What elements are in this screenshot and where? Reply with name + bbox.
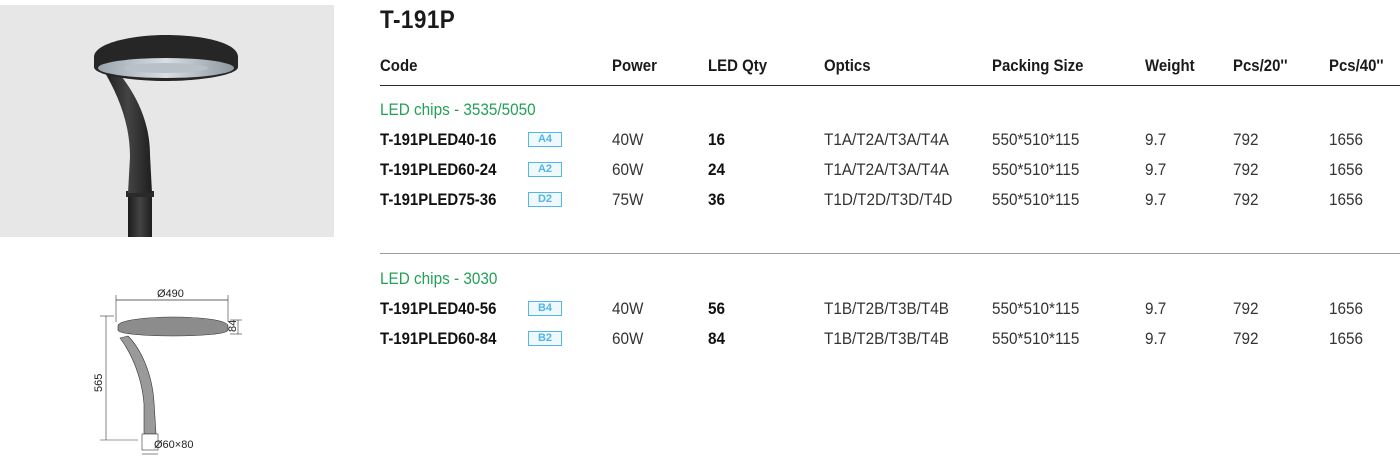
cell-weight: 9.7 xyxy=(1145,299,1167,318)
table-row: T-191PLED75-36 D2 75W 36 T1D/T2D/T3D/T4D… xyxy=(0,190,1400,212)
cell-pcs20: 792 xyxy=(1233,329,1259,348)
cell-weight: 9.7 xyxy=(1145,130,1167,149)
cell-weight: 9.7 xyxy=(1145,190,1167,209)
header-led-qty: LED Qty xyxy=(708,56,768,75)
dim-height-label: 565 xyxy=(93,374,105,392)
cell-packing-size: 550*510*115 xyxy=(992,160,1080,179)
group-label: LED chips - 3535/5050 xyxy=(380,100,536,119)
header-code: Code xyxy=(380,56,418,75)
cell-pcs20: 792 xyxy=(1233,160,1259,179)
header-pcs40: Pcs/40'' xyxy=(1329,56,1384,75)
cell-pcs40: 1656 xyxy=(1329,299,1364,318)
cell-optics: T1B/T2B/T3B/T4B xyxy=(824,329,950,348)
cell-led-qty: 16 xyxy=(708,130,726,149)
cell-pcs20: 792 xyxy=(1233,130,1259,149)
cell-weight: 9.7 xyxy=(1145,160,1167,179)
cell-power: 75W xyxy=(612,190,644,209)
cell-optics: T1B/T2B/T3B/T4B xyxy=(824,299,950,318)
header-pcs20: Pcs/20'' xyxy=(1233,56,1288,75)
cell-pcs40: 1656 xyxy=(1329,130,1364,149)
cell-code: T-191PLED60-84 xyxy=(380,329,497,348)
cell-code: T-191PLED75-36 xyxy=(380,190,497,209)
optic-badge: B2 xyxy=(528,331,562,346)
cell-weight: 9.7 xyxy=(1145,329,1167,348)
table-row: T-191PLED60-24 A2 60W 24 T1A/T2A/T3A/T4A… xyxy=(0,160,1400,182)
header-optics: Optics xyxy=(824,56,871,75)
cell-power: 40W xyxy=(612,130,644,149)
optic-badge: A2 xyxy=(528,162,562,177)
optic-badge: B4 xyxy=(528,301,562,316)
cell-optics: T1A/T2A/T3A/T4A xyxy=(824,130,950,149)
cell-pcs40: 1656 xyxy=(1329,160,1364,179)
dim-base-label: Ø60×80 xyxy=(154,439,193,451)
optic-badge: A4 xyxy=(528,132,562,147)
cell-code: T-191PLED40-56 xyxy=(380,299,497,318)
cell-led-qty: 36 xyxy=(708,190,726,209)
table-row: T-191PLED40-56 B4 40W 56 T1B/T2B/T3B/T4B… xyxy=(0,299,1400,321)
header-divider xyxy=(380,85,1400,86)
header-weight: Weight xyxy=(1145,56,1195,75)
cell-led-qty: 84 xyxy=(708,329,726,348)
header-packing-size: Packing Size xyxy=(992,56,1084,75)
cell-power: 60W xyxy=(612,329,644,348)
cell-optics: T1A/T2A/T3A/T4A xyxy=(824,160,950,179)
header-power: Power xyxy=(612,56,657,75)
cell-pcs40: 1656 xyxy=(1329,190,1364,209)
table-row: T-191PLED60-84 B2 60W 84 T1B/T2B/T3B/T4B… xyxy=(0,329,1400,351)
cell-pcs40: 1656 xyxy=(1329,329,1364,348)
group-divider xyxy=(380,253,1400,254)
cell-packing-size: 550*510*115 xyxy=(992,190,1080,209)
cell-pcs20: 792 xyxy=(1233,299,1259,318)
cell-code: T-191PLED40-16 xyxy=(380,130,497,149)
optic-badge: D2 xyxy=(528,192,562,207)
cell-packing-size: 550*510*115 xyxy=(992,329,1080,348)
cell-led-qty: 56 xyxy=(708,299,726,318)
cell-power: 60W xyxy=(612,160,644,179)
cell-pcs20: 792 xyxy=(1233,190,1259,209)
table-header: Code Power LED Qty Optics Packing Size W… xyxy=(0,56,1400,78)
cell-optics: T1D/T2D/T3D/T4D xyxy=(824,190,953,209)
group-label: LED chips - 3030 xyxy=(380,269,498,288)
cell-packing-size: 550*510*115 xyxy=(992,299,1080,318)
cell-power: 40W xyxy=(612,299,644,318)
cell-code: T-191PLED60-24 xyxy=(380,160,497,179)
product-title: T-191P xyxy=(380,6,456,34)
cell-packing-size: 550*510*115 xyxy=(992,130,1080,149)
table-row: T-191PLED40-16 A4 40W 16 T1A/T2A/T3A/T4A… xyxy=(0,130,1400,152)
cell-led-qty: 24 xyxy=(708,160,726,179)
